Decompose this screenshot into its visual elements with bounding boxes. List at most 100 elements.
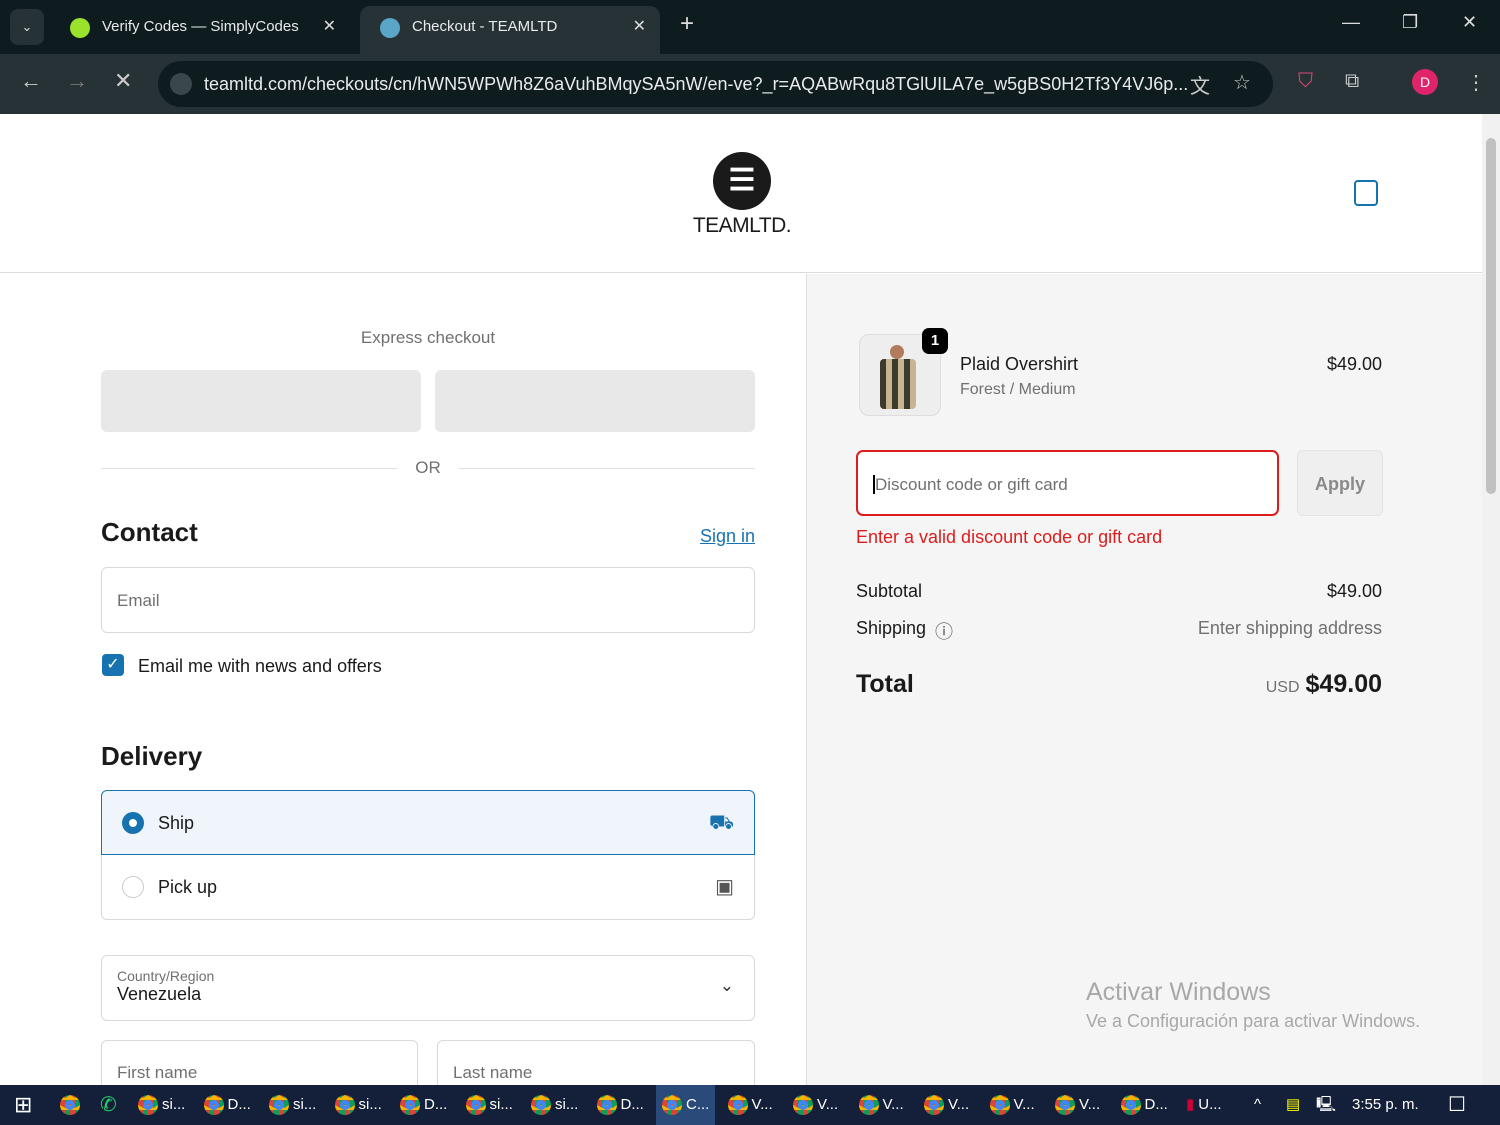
email-field[interactable]: Email — [101, 567, 755, 633]
stop-icon[interactable]: ✕ — [114, 68, 132, 94]
clock[interactable]: 3:55 p. m. — [1352, 1085, 1419, 1125]
chrome-icon — [858, 1095, 879, 1115]
chrome-icon — [203, 1095, 224, 1115]
chrome-pinned-icon[interactable] — [60, 1085, 80, 1125]
new-tab-icon[interactable]: + — [680, 10, 694, 38]
express-pay-button-2[interactable] — [435, 370, 755, 432]
taskbar-window-label: si... — [358, 1096, 382, 1113]
watermark-subtitle: Ve a Configuración para activar Windows. — [1086, 1011, 1421, 1031]
truck-icon: ⛟ — [708, 812, 734, 834]
first-name-placeholder: First name — [117, 1063, 198, 1082]
bookmark-star-icon[interactable]: ☆ — [1233, 70, 1251, 95]
taskbar-window-label: U... — [1198, 1096, 1222, 1113]
apply-button[interactable]: Apply — [1297, 450, 1383, 516]
back-icon[interactable]: ← — [20, 68, 42, 94]
start-windows-icon[interactable]: ⊞ — [14, 1085, 32, 1125]
taskbar-window-label: C... — [686, 1096, 710, 1113]
taskbar-window-label: D... — [227, 1096, 251, 1113]
store-icon: ▣ — [715, 876, 734, 898]
chrome-icon — [138, 1095, 158, 1115]
tray-app-icon[interactable]: ▤ — [1286, 1085, 1300, 1125]
newsletter-checkbox[interactable]: ✓ — [102, 654, 124, 676]
address-bar[interactable]: teamltd.com/checkouts/cn/hWN5WPWh8Z6aVuh… — [158, 61, 1273, 107]
chrome-icon — [1055, 1095, 1075, 1115]
extensions-icon[interactable]: ⧉ — [1345, 70, 1359, 93]
taskbar-window-button[interactable]: V... — [858, 1085, 904, 1125]
taskbar-window-button[interactable]: si... — [138, 1085, 185, 1125]
taskbar-window-label: D... — [620, 1096, 644, 1113]
taskbar-window-button[interactable]: si... — [269, 1085, 316, 1125]
tab-title: Verify Codes — SimplyCodes — [102, 18, 299, 35]
chevron-down-icon: ⌄ — [719, 976, 734, 995]
taskbar-window-button[interactable]: V... — [1055, 1085, 1100, 1125]
taskbar-window-label: D... — [1144, 1096, 1168, 1113]
express-pay-button-1[interactable] — [101, 370, 421, 432]
cart-bag-icon[interactable] — [1354, 180, 1378, 206]
translate-icon[interactable]: 文 — [1190, 70, 1210, 99]
close-window-icon[interactable]: ✕ — [1462, 12, 1477, 33]
taskbar-window-label: V... — [817, 1096, 839, 1113]
last-name-field[interactable]: Last name — [437, 1040, 755, 1085]
taskbar-window-button[interactable]: V... — [989, 1085, 1035, 1125]
chrome-icon — [924, 1095, 944, 1115]
sign-in-link[interactable]: Sign in — [700, 526, 755, 547]
taskbar-window-label: V... — [1013, 1096, 1035, 1113]
taskbar-window-button[interactable]: D... — [400, 1085, 447, 1125]
site-info-icon[interactable] — [170, 73, 192, 95]
taskbar-window-button[interactable]: V... — [793, 1085, 838, 1125]
discount-error: Enter a valid discount code or gift card — [856, 527, 1163, 547]
taskbar-window-label: D... — [424, 1096, 448, 1113]
taskbar-window-label: si... — [555, 1096, 579, 1113]
pickup-radio[interactable] — [122, 876, 144, 898]
close-tab-icon[interactable]: ✕ — [323, 6, 336, 48]
contact-heading: Contact — [101, 517, 198, 547]
scrollbar-thumb[interactable] — [1486, 138, 1496, 494]
minimize-icon[interactable]: — — [1342, 12, 1360, 33]
simplycodes-favicon-icon — [70, 18, 90, 38]
taskbar-window-button[interactable]: C... — [656, 1085, 716, 1125]
taskbar-window-button[interactable]: si... — [334, 1085, 382, 1125]
chrome-icon — [793, 1095, 813, 1115]
help-circle-icon[interactable]: ⓘ — [935, 618, 953, 644]
ship-option[interactable]: Ship ⛟ — [101, 790, 755, 855]
site-header: ☰ TEAMLTD. — [0, 114, 1482, 273]
taskbar-window-button[interactable]: V... — [924, 1085, 969, 1125]
notifications-icon[interactable]: ☐ — [1448, 1085, 1466, 1125]
taskbar-window-button[interactable]: D... — [596, 1085, 644, 1125]
extension-shield-icon[interactable]: ⛉ — [1298, 70, 1313, 93]
tray-chevron-up-icon[interactable]: ^ — [1254, 1085, 1261, 1125]
close-tab-icon[interactable]: ✕ — [633, 6, 646, 48]
teamltd-logo[interactable]: ☰ TEAMLTD. — [690, 152, 794, 238]
currency-code: USD — [1265, 679, 1300, 696]
taskbar-window-button[interactable]: ▮ U... — [1186, 1085, 1222, 1125]
whatsapp-icon[interactable]: ✆ — [100, 1085, 117, 1125]
discount-code-input[interactable]: Discount code or gift card — [856, 450, 1279, 516]
product-name: Plaid Overshirt — [960, 354, 1079, 374]
taskbar-window-button[interactable]: V... — [727, 1085, 773, 1125]
page-scrollbar[interactable] — [1482, 114, 1500, 1085]
forward-icon[interactable]: → — [66, 68, 88, 94]
taskbar-window-button[interactable]: si... — [465, 1085, 513, 1125]
total-label: Total — [856, 670, 914, 698]
taskbar-window-label: si... — [162, 1096, 186, 1113]
taskbar-window-button[interactable]: D... — [1120, 1085, 1168, 1125]
product-price: $49.00 — [1326, 354, 1382, 374]
subtotal-label: Subtotal — [856, 581, 923, 601]
country-select[interactable]: Country/Region Venezuela ⌄ — [101, 955, 755, 1021]
taskbar-window-button[interactable]: si... — [531, 1085, 578, 1125]
network-icon[interactable]: 🖳 — [1316, 1085, 1336, 1125]
url-text: teamltd.com/checkouts/cn/hWN5WPWh8Z6aVuh… — [204, 74, 1189, 94]
restore-icon[interactable]: ❐ — [1402, 12, 1418, 33]
tab-checkout[interactable]: Checkout - TEAMLTD ✕ — [360, 6, 660, 54]
pickup-option[interactable]: Pick up ▣ — [101, 855, 755, 920]
shipping-value: Enter shipping address — [1197, 618, 1382, 638]
taskbar-window-button[interactable]: D... — [203, 1085, 251, 1125]
profile-avatar[interactable]: D — [1412, 69, 1438, 95]
tab-verify-codes[interactable]: Verify Codes — SimplyCodes ✕ — [50, 6, 350, 54]
taskbar-window-label: V... — [882, 1096, 904, 1113]
tab-search-button[interactable]: ⌄ — [10, 9, 44, 45]
ship-radio[interactable] — [122, 812, 144, 834]
taskbar-window-label: V... — [948, 1096, 970, 1113]
first-name-field[interactable]: First name — [101, 1040, 418, 1085]
menu-icon[interactable]: ⋮ — [1466, 70, 1486, 95]
